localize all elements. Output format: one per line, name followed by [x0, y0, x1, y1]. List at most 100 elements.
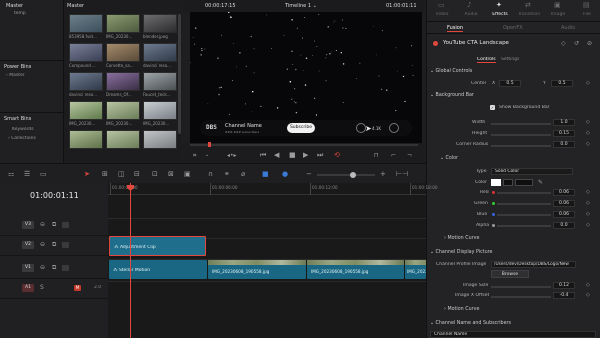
selection-tool-icon[interactable]: ➤ [84, 171, 90, 178]
media-thumbnail[interactable] [106, 130, 140, 149]
type-select[interactable]: Solid Color [491, 168, 573, 175]
media-thumbnail[interactable] [69, 72, 103, 91]
track-options-icon[interactable]: ☰ [24, 171, 30, 178]
go-to-start-icon[interactable]: ⏮ [260, 152, 266, 159]
scrubber-track[interactable] [190, 144, 418, 146]
bin-temp[interactable]: temp [14, 11, 26, 16]
media-thumbnail[interactable] [143, 43, 177, 62]
lock-icon[interactable]: ⊖ [40, 221, 45, 229]
zoom-slider[interactable] [317, 174, 375, 176]
pool-scrollbar[interactable] [178, 14, 181, 134]
track-badge[interactable]: A1 [22, 284, 34, 292]
marker-icon[interactable]: ● [282, 171, 288, 178]
track-badge[interactable]: V2 [22, 241, 34, 249]
auto-select-icon[interactable]: ⧉ [52, 241, 56, 249]
in-point-icon[interactable]: ⌐ [391, 152, 396, 159]
section-name-subscribers[interactable]: ⌄ Channel Name and Subscribers [430, 321, 596, 330]
dynamic-trim-icon[interactable]: ◫ [118, 171, 125, 178]
zoom-fit-icon[interactable]: ⊢⊣ [396, 171, 408, 178]
keyframe-icon[interactable]: ◇ [586, 200, 590, 207]
media-thumbnail[interactable] [106, 14, 140, 33]
zoom-in-icon[interactable]: + [380, 171, 386, 178]
width-slider[interactable] [491, 123, 551, 125]
green-field[interactable]: 0.06 [553, 200, 575, 207]
profile-image-path[interactable]: /Users/dev/Desktop/DBS/Logo/New [491, 261, 576, 268]
clip-view-icon[interactable]: ▭ [40, 171, 47, 178]
tab-video[interactable]: Video [429, 12, 455, 17]
blue-slider[interactable] [497, 214, 551, 216]
zoom-slider-knob[interactable] [350, 172, 356, 178]
lock-icon[interactable]: ⊖ [40, 264, 45, 272]
track-enable-icon[interactable] [62, 265, 69, 271]
section-channel-display[interactable]: ⌄ Channel Display Picture [430, 250, 596, 259]
tab-settings[interactable]: Settings [501, 57, 519, 62]
height-field[interactable]: 0.15 [553, 130, 575, 137]
tab-effects[interactable]: Effects [487, 12, 513, 17]
linked-selection-icon[interactable]: ⚭ [224, 171, 230, 178]
width-field[interactable]: 1.0 [553, 119, 575, 126]
center-y-field[interactable]: 0.5 [551, 80, 573, 87]
browse-button[interactable]: Browse [491, 270, 529, 278]
track-enable-icon[interactable] [62, 222, 69, 228]
image-size-slider[interactable] [491, 286, 551, 288]
color-swatch-current[interactable] [503, 179, 513, 186]
loop-icon[interactable]: ⟲ [334, 152, 340, 159]
delete-icon[interactable]: ⊘ [587, 40, 592, 47]
transform-icon[interactable]: ◂•▸ [227, 152, 237, 159]
media-thumbnail[interactable] [69, 43, 103, 62]
media-thumbnail[interactable] [143, 101, 177, 120]
image-clip-2[interactable]: IMG_20230608_190558.jpg [307, 260, 404, 279]
effect-enable-toggle[interactable] [433, 41, 438, 46]
image-clip-1[interactable]: IMG_20230608_190558.jpg [208, 260, 306, 279]
power-bin-master[interactable]: › Master [6, 73, 25, 78]
mute-icon[interactable]: M [74, 285, 81, 291]
smart-bin-keywords[interactable]: Keywords [12, 127, 34, 132]
track-badge[interactable]: V1 [22, 264, 34, 272]
media-thumbnail[interactable] [69, 14, 103, 33]
media-thumbnail[interactable] [106, 43, 140, 62]
scrubber-playhead[interactable] [208, 142, 211, 147]
bin-master[interactable]: Master [6, 3, 23, 9]
height-slider[interactable] [491, 134, 551, 136]
keyframe-icon[interactable]: ◇ [586, 189, 590, 196]
media-thumbnail[interactable] [69, 101, 103, 120]
media-thumbnail[interactable] [106, 72, 140, 91]
color-swatch-white[interactable] [491, 179, 501, 186]
solo-icon[interactable]: S [40, 284, 44, 292]
show-bg-bar-checkbox[interactable]: ✓ [490, 105, 495, 110]
track-enable-icon[interactable] [62, 242, 69, 248]
snapping-icon[interactable]: ∩ [208, 171, 213, 178]
timeline-ruler[interactable]: 01:00:00:00 01:00:06:00 01:00:12:00 01:00:1… [108, 183, 438, 195]
image-clip-3[interactable]: IMG_20230... [405, 260, 426, 279]
alpha-slider[interactable] [497, 225, 551, 227]
keyframe-icon[interactable]: ◇ [586, 211, 590, 218]
red-slider[interactable] [497, 192, 551, 194]
subtab-audio[interactable]: Audio [561, 25, 575, 31]
reset-icon[interactable]: ↺ [574, 40, 579, 47]
center-x-field[interactable]: 0.5 [499, 80, 521, 87]
stop-icon[interactable]: ■ [289, 152, 296, 159]
keyframe-icon[interactable]: ◇ [586, 141, 590, 148]
section-background-bar[interactable]: ⌄ Background Bar [430, 93, 596, 102]
alpha-field[interactable]: 0.0 [553, 222, 575, 229]
tab-image[interactable]: Image [545, 12, 571, 17]
media-thumbnail[interactable] [106, 101, 140, 120]
subscribe-button[interactable]: Subscribe [287, 123, 315, 133]
overwrite-clip-icon[interactable]: ⊠ [168, 171, 174, 178]
step-back-icon[interactable]: ◀ [274, 152, 279, 159]
media-thumbnail[interactable] [143, 130, 177, 149]
subtab-fusion[interactable]: Fusion [447, 25, 463, 32]
keyframe-icon[interactable]: ◇ [586, 292, 590, 299]
media-thumbnail[interactable] [69, 130, 103, 149]
timeline-name[interactable]: Timeline 1 ⌄ [285, 3, 317, 9]
corner-radius-field[interactable]: 0.0 [553, 141, 575, 148]
match-frame-icon[interactable]: ⊓ [374, 152, 379, 159]
keyframe-icon[interactable]: ◇ [586, 222, 590, 229]
blade-tool-icon[interactable]: ⊟ [134, 171, 140, 178]
stellar-motion-clip[interactable]: ⁂ Stellar Motion [109, 260, 207, 279]
zoom-out-icon[interactable]: − [306, 171, 312, 178]
playhead-line[interactable] [130, 183, 131, 338]
timeline-view-icon[interactable]: ⚏ [8, 171, 14, 178]
out-point-icon[interactable]: ¬ [407, 152, 412, 159]
subtab-openfx[interactable]: OpenFX [503, 25, 523, 31]
